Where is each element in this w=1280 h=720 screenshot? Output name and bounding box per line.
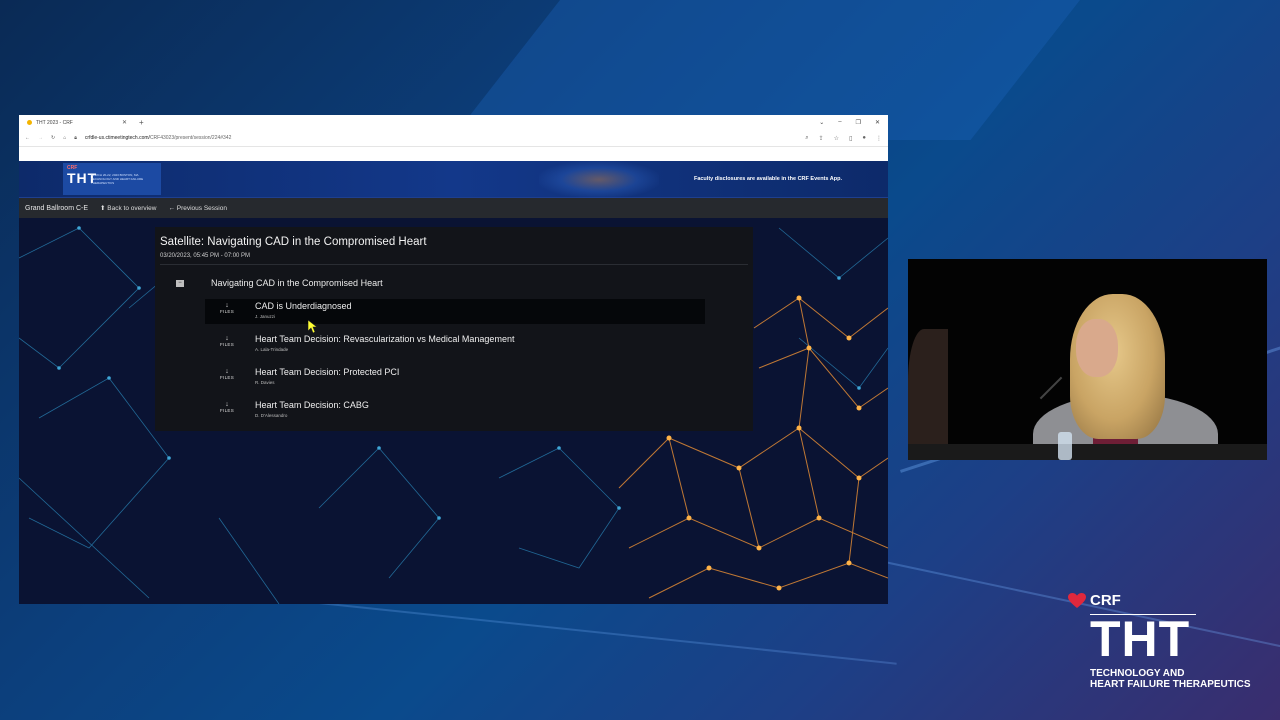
zoom-icon[interactable]: ⌕	[805, 135, 808, 142]
arrow-up-icon: ⬆	[100, 205, 106, 212]
files-label: FILES	[219, 408, 234, 413]
arrow-left-icon: ←	[168, 204, 175, 212]
forward-arrow-icon[interactable]: →	[38, 135, 43, 141]
profile-icon[interactable]: ●	[862, 135, 866, 142]
talk-row[interactable]: ↓ FILES CAD is Underdiagnosed J. Januzzi	[205, 299, 705, 324]
files-download-button[interactable]: ↓ FILES	[217, 335, 237, 347]
talk-title: Heart Team Decision: Protected PCI	[255, 367, 400, 377]
brand-subtitle: TECHNOLOGY AND HEART FAILURE THERAPEUTIC…	[1090, 668, 1251, 690]
disclosure-note: Faculty disclosures are available in the…	[693, 176, 842, 182]
banner-subtitle-text: TECHNOLOGY AND HEART FAILURE THERAPEUTIC…	[91, 177, 144, 185]
browser-window: THT 2023 - CRF ✕ + ⌄ – ❐ ✕ ← → ↻ ⌂ 🔒︎ cr…	[19, 115, 888, 604]
address-bar: ← → ↻ ⌂ 🔒︎ crfdle-us.ctimeetingtech.com/…	[19, 130, 888, 147]
banner-dates: MARCH 20-22, 2023 BOSTON, MA TECHNOLOGY …	[91, 173, 161, 185]
url-domain: crfdle-us.ctimeetingtech.com/	[84, 135, 150, 141]
previous-session-label: Previous Session	[176, 204, 227, 212]
url-field[interactable]: crfdle-us.ctimeetingtech.com/CRF43023/pr…	[85, 135, 797, 141]
brain-graphic	[539, 161, 659, 198]
panelist-silhouette	[908, 329, 948, 459]
back-arrow-icon[interactable]: ←	[25, 135, 30, 141]
home-icon[interactable]: ⌂	[63, 135, 66, 141]
brand-line1: TECHNOLOGY AND	[1090, 668, 1185, 679]
talk-title: Heart Team Decision: CABG	[255, 400, 369, 410]
talk-author: J. Januzzi	[255, 314, 276, 319]
talk-row[interactable]: ↓ FILES Heart Team Decision: Revasculari…	[205, 332, 705, 357]
talk-author: A. Lala-Trindade	[255, 347, 289, 352]
files-download-button[interactable]: ↓ FILES	[217, 302, 237, 314]
talk-title: Heart Team Decision: Revascularization v…	[255, 334, 515, 344]
brand-crf-text: CRF	[1090, 592, 1121, 609]
brand-line2: HEART FAILURE THERAPEUTICS	[1090, 679, 1251, 690]
files-label: FILES	[219, 309, 234, 314]
menu-icon[interactable]: ⋮	[876, 135, 882, 142]
close-icon[interactable]: ✕	[122, 119, 127, 126]
topic-title: Navigating CAD in the Compromised Heart	[211, 278, 383, 288]
microphone-icon	[1039, 376, 1063, 400]
lock-icon: 🔒︎	[74, 135, 77, 141]
background-stripe	[299, 600, 897, 665]
room-name: Grand Ballroom C-E	[25, 204, 89, 212]
minimize-icon[interactable]: –	[838, 119, 841, 126]
browser-tab-bar: THT 2023 - CRF ✕ + ⌄ – ❐ ✕	[19, 115, 888, 130]
divider	[160, 264, 748, 265]
files-download-button[interactable]: ↓ FILES	[217, 368, 237, 380]
share-icon[interactable]: ⇪	[819, 135, 824, 142]
files-label: FILES	[219, 342, 234, 347]
favicon-icon	[27, 120, 32, 125]
speaker-video	[908, 259, 1267, 460]
download-arrow-icon: ↓	[225, 401, 229, 408]
download-arrow-icon: ↓	[225, 335, 229, 342]
previous-session-link[interactable]: ← Previous Session	[168, 205, 227, 212]
close-window-icon[interactable]: ✕	[875, 119, 880, 126]
event-banner: CRF THT MARCH 20-22, 2023 BOSTON, MA TEC…	[19, 161, 888, 198]
new-tab-icon[interactable]: +	[139, 118, 144, 127]
mouse-cursor-icon	[308, 320, 318, 334]
back-to-overview-label: Back to overview	[107, 205, 157, 212]
restore-icon[interactable]: ❐	[856, 119, 861, 126]
url-path: CRF43023/present/session/224#342	[149, 135, 232, 141]
session-title: Satellite: Navigating CAD in the Comprom…	[160, 236, 427, 248]
download-arrow-icon: ↓	[225, 302, 229, 309]
browser-tab[interactable]: THT 2023 - CRF ✕	[27, 119, 127, 126]
download-arrow-icon: ↓	[225, 368, 229, 375]
reload-icon[interactable]: ↻	[51, 135, 55, 141]
talk-title: CAD is Underdiagnosed	[255, 301, 352, 311]
session-time: 03/20/2023, 05:45 PM - 07:00 PM	[160, 253, 251, 259]
water-bottle	[1058, 432, 1072, 460]
brand-crf: CRF	[1068, 592, 1268, 609]
heart-icon	[1068, 592, 1086, 608]
collapse-toggle-button[interactable]: −	[176, 280, 184, 287]
tab-title: THT 2023 - CRF	[36, 119, 73, 126]
sidebar-icon[interactable]: ▯	[849, 135, 852, 142]
back-to-overview-link[interactable]: ⬆ Back to overview	[100, 204, 156, 212]
brand-tht-text: THT	[1090, 611, 1191, 667]
talk-row[interactable]: ↓ FILES Heart Team Decision: Protected P…	[205, 365, 705, 390]
event-logo: CRF THT MARCH 20-22, 2023 BOSTON, MA TEC…	[63, 163, 161, 195]
chevron-down-icon[interactable]: ⌄	[819, 119, 824, 126]
files-label: FILES	[219, 375, 234, 380]
files-download-button[interactable]: ↓ FILES	[217, 401, 237, 413]
window-controls: ⌄ – ❐ ✕	[819, 119, 888, 126]
panel-table	[908, 444, 1267, 460]
brand-logo: CRF THT TECHNOLOGY AND HEART FAILURE THE…	[1068, 592, 1268, 702]
browser-toolbar: ⌕ ⇪ ☆ ▯ ● ⋮	[805, 135, 882, 142]
talk-author: D. D'Alessandro	[255, 413, 288, 418]
talk-author: R. Davies	[255, 380, 275, 385]
talk-row[interactable]: ↓ FILES Heart Team Decision: CABG D. D'A…	[205, 398, 705, 423]
session-nav: Grand Ballroom C-E ⬆ Back to overview ← …	[19, 198, 888, 218]
session-panel: Satellite: Navigating CAD in the Comprom…	[155, 227, 753, 431]
star-icon[interactable]: ☆	[834, 135, 839, 142]
speaker-face	[1076, 319, 1118, 377]
